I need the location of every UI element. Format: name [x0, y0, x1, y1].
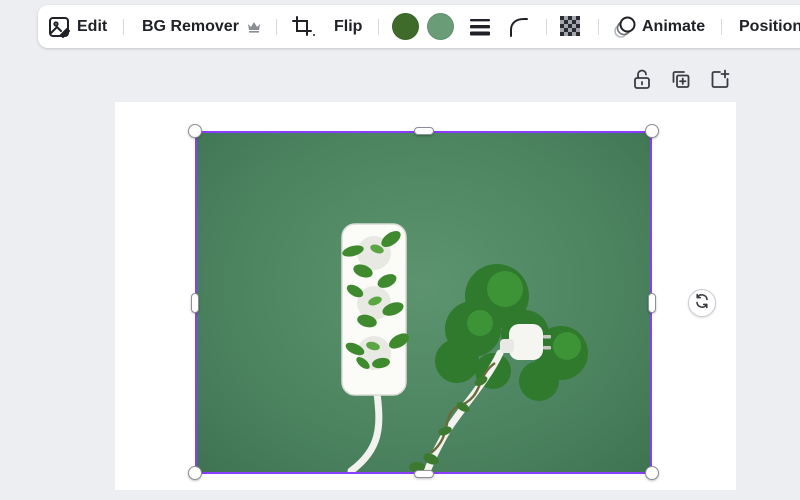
toolbar-divider — [123, 19, 124, 35]
animate-icon — [613, 15, 637, 39]
floating-toolbar: Edit BG Remover Flip Animate Position — [38, 5, 800, 48]
flip-button[interactable]: Flip — [334, 5, 362, 48]
animate-button[interactable]: Animate — [613, 5, 705, 48]
resize-handle-top-right[interactable] — [645, 124, 659, 138]
border-weight-icon — [469, 18, 491, 36]
border-style-button[interactable] — [469, 5, 491, 48]
lock-page-button[interactable] — [629, 68, 655, 94]
rotate-icon — [694, 293, 710, 314]
rotate-button[interactable] — [688, 289, 716, 317]
edit-label: Edit — [77, 17, 108, 35]
duplicate-page-button[interactable] — [668, 68, 694, 94]
resize-handle-top-left[interactable] — [188, 124, 202, 138]
resize-handle-right[interactable] — [648, 293, 656, 313]
edit-image-button[interactable]: Edit — [48, 5, 107, 48]
bg-remover-label: BG Remover — [142, 17, 239, 35]
resize-handle-bottom-left[interactable] — [188, 466, 202, 480]
corner-rounding-button[interactable] — [509, 5, 529, 48]
selected-image[interactable] — [195, 131, 652, 474]
toolbar-divider — [546, 19, 547, 35]
toolbar-divider — [378, 19, 379, 35]
power-strip-plants-photo — [341, 223, 588, 474]
lock-icon — [633, 69, 651, 94]
image-edit-icon — [48, 16, 70, 38]
transparency-icon — [560, 15, 582, 38]
position-label: Position — [739, 17, 800, 35]
duplicate-icon — [671, 69, 691, 94]
color-swatch-dark-green[interactable] — [392, 13, 419, 40]
crop-icon — [292, 15, 316, 38]
add-page-icon — [710, 69, 730, 94]
flip-label: Flip — [334, 17, 363, 35]
toolbar-divider — [721, 19, 722, 35]
transparency-button[interactable] — [560, 5, 582, 48]
corner-rounding-icon — [509, 17, 529, 37]
resize-handle-top[interactable] — [414, 127, 434, 135]
resize-handle-left[interactable] — [191, 293, 199, 313]
animate-label: Animate — [642, 17, 706, 35]
toolbar-divider — [598, 19, 599, 35]
toolbar-divider — [276, 19, 277, 35]
color-swatch-sage-green[interactable] — [427, 13, 454, 40]
crown-icon — [247, 21, 261, 33]
resize-handle-bottom[interactable] — [414, 470, 434, 478]
bg-remover-button[interactable]: BG Remover — [142, 5, 261, 48]
position-button[interactable]: Position — [739, 5, 800, 48]
resize-handle-bottom-right[interactable] — [645, 466, 659, 480]
add-page-button[interactable] — [707, 68, 733, 94]
crop-button[interactable] — [292, 5, 316, 48]
